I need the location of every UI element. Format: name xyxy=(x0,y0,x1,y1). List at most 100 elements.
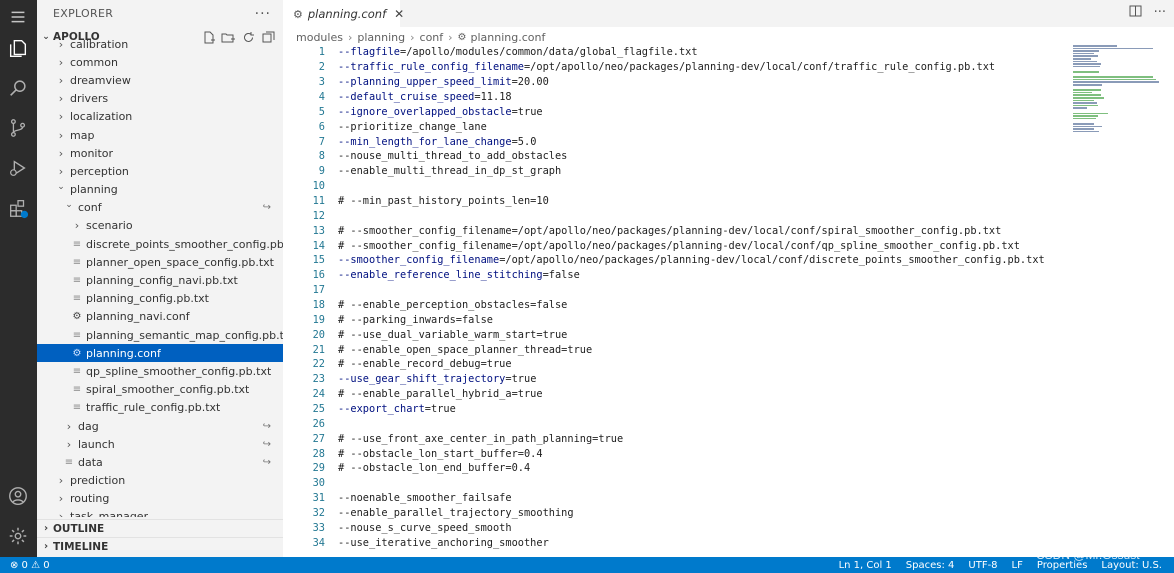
tree-folder[interactable]: › drivers xyxy=(37,90,283,108)
code-line[interactable]: 25 --export_chart=true xyxy=(283,402,1063,417)
code-line[interactable]: 20 # --use_dual_variable_warm_start=true xyxy=(283,327,1063,342)
code-line[interactable]: 11 # --min_past_history_points_len=10 xyxy=(283,194,1063,209)
tree-folder[interactable]: › routing xyxy=(37,490,283,508)
chevron-right-icon: › xyxy=(347,30,353,44)
settings-gear-icon[interactable] xyxy=(6,524,30,548)
code-line[interactable]: 21 # --enable_open_space_planner_thread=t… xyxy=(283,342,1063,357)
code-line[interactable]: 26 xyxy=(283,416,1063,431)
symlink-icon: ↪ xyxy=(262,202,271,214)
text-file-icon: ≡ xyxy=(72,402,82,414)
tree-folder[interactable]: › dag ↪ xyxy=(37,417,283,435)
tree-file[interactable]: ≡ discrete_points_smoother_config.pb.txt xyxy=(37,235,283,253)
end-of-line[interactable]: LF xyxy=(1012,560,1023,571)
code-line[interactable]: 32 --enable_parallel_trajectory_smoothing xyxy=(283,506,1063,521)
chevron-right-icon: › xyxy=(58,492,64,506)
tree-file[interactable]: ≡ planning_config_navi.pb.txt xyxy=(37,271,283,289)
code-line[interactable]: 17 xyxy=(283,283,1063,298)
account-icon[interactable] xyxy=(6,484,30,508)
indentation[interactable]: Spaces: 4 xyxy=(906,560,955,571)
timeline-panel-header[interactable]: › TIMELINE xyxy=(37,537,283,555)
code-line[interactable]: 4 --default_cruise_speed=11.18 xyxy=(283,90,1063,105)
code-line[interactable]: 34 --use_iterative_anchoring_smoother xyxy=(283,535,1063,550)
code-line[interactable]: 10 xyxy=(283,179,1063,194)
problems-indicator[interactable]: ⊗ 0 ⚠ 0 xyxy=(10,560,50,571)
more-actions-icon[interactable]: ··· xyxy=(1154,5,1166,21)
code-line[interactable]: 19 # --parking_inwards=false xyxy=(283,312,1063,327)
tree-file[interactable]: ≡ data ↪ xyxy=(37,453,283,471)
code-line[interactable]: 31 --noenable_smoother_failsafe xyxy=(283,491,1063,506)
encoding[interactable]: UTF-8 xyxy=(968,560,997,571)
tree-folder[interactable]: › task_manager xyxy=(37,508,283,517)
close-icon[interactable]: ✕ xyxy=(394,7,404,21)
code-text: --default_cruise_speed=11.18 xyxy=(338,91,512,103)
tree-folder[interactable]: › dreamview xyxy=(37,71,283,89)
tree-file[interactable]: ≡ planning_config.pb.txt xyxy=(37,290,283,308)
text-file-icon: ≡ xyxy=(72,293,82,305)
tree-folder[interactable]: › monitor xyxy=(37,144,283,162)
tree-file[interactable]: ≡ traffic_rule_config.pb.txt xyxy=(37,399,283,417)
minimap[interactable] xyxy=(1073,45,1169,135)
tree-folder[interactable]: › calibration xyxy=(37,38,283,53)
minimap-line xyxy=(1073,58,1091,60)
tree-file[interactable]: ≡ planner_open_space_config.pb.txt xyxy=(37,253,283,271)
breadcrumb-modules[interactable]: modules xyxy=(296,31,343,44)
tree-item-label: launch xyxy=(78,437,115,451)
line-number: 2 xyxy=(318,61,325,74)
flag-key: --use_gear_shift_trajectory xyxy=(338,373,506,386)
tree-file[interactable]: ≡ qp_spline_smoother_config.pb.txt xyxy=(37,362,283,380)
explorer-icon[interactable] xyxy=(6,36,30,60)
code-line[interactable]: 7 --min_length_for_lane_change=5.0 xyxy=(283,134,1063,149)
tree-folder[interactable]: › common xyxy=(37,53,283,71)
code-editor[interactable]: 1 --flagfile=/apollo/modules/common/data/… xyxy=(283,45,1063,550)
tab-planning-conf[interactable]: ⚙ planning.conf ✕ xyxy=(283,0,404,27)
code-line[interactable]: 1 --flagfile=/apollo/modules/common/data/… xyxy=(283,45,1063,60)
outline-panel-header[interactable]: › OUTLINE xyxy=(37,519,283,537)
chevron-right-icon: › xyxy=(58,38,64,51)
tree-folder[interactable]: ⌄ planning xyxy=(37,181,283,199)
code-line[interactable]: 12 xyxy=(283,208,1063,223)
code-line[interactable]: 15 --smoother_config_filename=/opt/apollo… xyxy=(283,253,1063,268)
code-line[interactable]: 27 # --use_front_axe_center_in_path_plann… xyxy=(283,431,1063,446)
tree-folder[interactable]: › launch ↪ xyxy=(37,435,283,453)
search-icon[interactable] xyxy=(6,76,30,100)
breadcrumb-conf[interactable]: conf xyxy=(420,31,444,44)
tree-file[interactable]: ⚙ planning_navi.conf xyxy=(37,308,283,326)
cursor-position[interactable]: Ln 1, Col 1 xyxy=(839,560,892,571)
more-actions-icon[interactable]: ··· xyxy=(255,6,271,22)
code-line[interactable]: 24 # --enable_parallel_hybrid_a=true xyxy=(283,387,1063,402)
code-line[interactable]: 16 --enable_reference_line_stitching=fals… xyxy=(283,268,1063,283)
menu-icon[interactable] xyxy=(6,5,30,29)
split-editor-icon[interactable] xyxy=(1129,5,1142,21)
code-line[interactable]: 5 --ignore_overlapped_obstacle=true xyxy=(283,104,1063,119)
code-text: --export_chart=true xyxy=(338,403,456,415)
extensions-icon[interactable] xyxy=(6,196,30,220)
code-line[interactable]: 14 # --smoother_config_filename=/opt/apol… xyxy=(283,238,1063,253)
code-line[interactable]: 9 --enable_multi_thread_in_dp_st_graph xyxy=(283,164,1063,179)
breadcrumb-file[interactable]: planning.conf xyxy=(471,31,546,44)
tree-file[interactable]: ⚙ planning.conf xyxy=(37,344,283,363)
tree-item-label: drivers xyxy=(70,92,109,106)
code-line[interactable]: 6 --prioritize_change_lane xyxy=(283,119,1063,134)
tree-folder[interactable]: › scenario xyxy=(37,217,283,235)
tree-file[interactable]: ≡ spiral_smoother_config.pb.txt xyxy=(37,381,283,399)
code-line[interactable]: 22 # --enable_record_debug=true xyxy=(283,357,1063,372)
code-line[interactable]: 2 --traffic_rule_config_filename=/opt/apo… xyxy=(283,60,1063,75)
code-line[interactable]: 18 # --enable_perception_obstacles=false xyxy=(283,298,1063,313)
tree-folder[interactable]: › prediction xyxy=(37,472,283,490)
code-line[interactable]: 33 --nouse_s_curve_speed_smooth xyxy=(283,521,1063,536)
tree-folder[interactable]: › localization xyxy=(37,108,283,126)
code-line[interactable]: 3 --planning_upper_speed_limit=20.00 xyxy=(283,75,1063,90)
code-line[interactable]: 8 --nouse_multi_thread_to_add_obstacles xyxy=(283,149,1063,164)
code-line[interactable]: 30 xyxy=(283,476,1063,491)
tree-folder[interactable]: ⌄ conf ↪ xyxy=(37,199,283,217)
code-line[interactable]: 23 --use_gear_shift_trajectory=true xyxy=(283,372,1063,387)
code-line[interactable]: 28 # --obstacle_lon_start_buffer=0.4 xyxy=(283,446,1063,461)
code-line[interactable]: 13 # --smoother_config_filename=/opt/apol… xyxy=(283,223,1063,238)
source-control-icon[interactable] xyxy=(6,116,30,140)
run-debug-icon[interactable] xyxy=(6,156,30,180)
breadcrumb-planning[interactable]: planning xyxy=(357,31,405,44)
tree-folder[interactable]: › perception xyxy=(37,162,283,180)
tree-file[interactable]: ≡ planning_semantic_map_config.pb.txt xyxy=(37,326,283,344)
tree-folder[interactable]: › map xyxy=(37,126,283,144)
code-line[interactable]: 29 # --obstacle_lon_end_buffer=0.4 xyxy=(283,461,1063,476)
